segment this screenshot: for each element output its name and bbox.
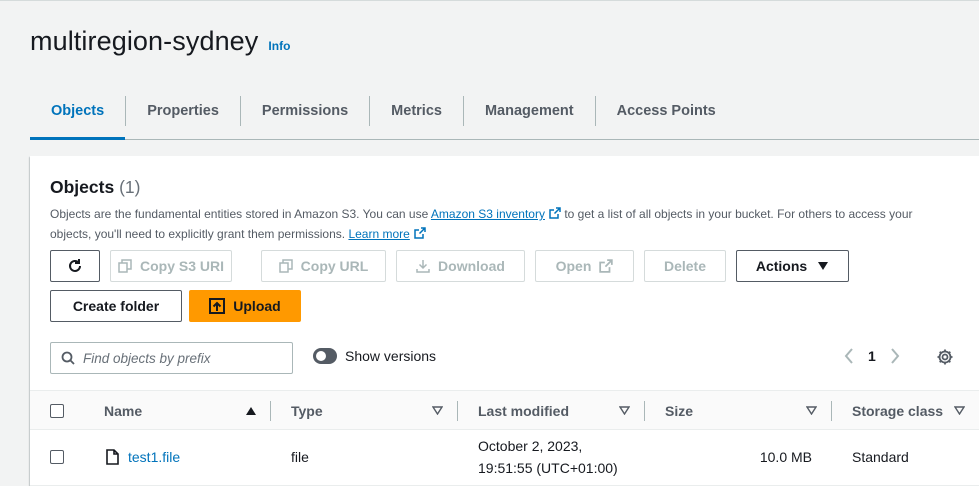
column-separator	[270, 401, 271, 421]
object-last-modified-date: October 2, 2023,	[478, 438, 583, 454]
objects-description: Objects are the fundamental entities sto…	[50, 204, 950, 244]
create-folder-label: Create folder	[72, 298, 160, 314]
column-separator	[831, 401, 832, 421]
sort-caret-icon[interactable]	[806, 406, 817, 415]
object-storage-class: Standard	[852, 449, 909, 465]
open-label: Open	[555, 258, 592, 274]
external-link-icon	[549, 207, 561, 219]
toggle-knob	[316, 351, 326, 361]
file-icon	[106, 449, 119, 465]
copy-s3-uri-label: Copy S3 URI	[139, 258, 224, 274]
column-header-name[interactable]: Name	[104, 391, 142, 431]
upload-label: Upload	[233, 298, 281, 314]
object-type: file	[291, 449, 309, 465]
copy-url-label: Copy URL	[300, 258, 369, 274]
actions-dropdown[interactable]: Actions	[736, 250, 849, 282]
objects-heading: Objects (1)	[50, 177, 140, 198]
object-last-modified-time: 19:51:55 (UTC+01:00)	[478, 460, 618, 476]
table-row: test1.file file October 2, 2023, 19:51:5…	[30, 430, 979, 486]
copy-url-button[interactable]: Copy URL	[261, 250, 386, 282]
column-header-last-modified-label: Last modified	[478, 403, 570, 419]
upload-icon	[209, 298, 226, 314]
copy-s3-uri-button[interactable]: Copy S3 URI	[110, 250, 232, 282]
column-header-size-label: Size	[665, 403, 694, 419]
chevron-right-icon[interactable]	[890, 348, 900, 364]
chevron-left-icon[interactable]	[844, 348, 854, 364]
tab-metrics[interactable]: Metrics	[370, 84, 463, 138]
create-folder-button[interactable]: Create folder	[50, 290, 182, 322]
tab-bar: Objects Properties Permissions Metrics M…	[30, 84, 979, 140]
download-button[interactable]: Download	[396, 250, 525, 282]
column-separator	[457, 401, 458, 421]
refresh-button[interactable]	[50, 250, 100, 282]
tab-properties[interactable]: Properties	[126, 84, 240, 138]
search-icon	[61, 351, 75, 365]
objects-panel: Objects (1) Objects are the fundamental …	[30, 156, 979, 486]
tab-objects[interactable]: Objects	[30, 84, 126, 140]
current-page[interactable]: 1	[868, 348, 876, 364]
external-link-icon	[414, 227, 426, 239]
objects-heading-label: Objects	[50, 177, 115, 197]
table-header: Name Type Last modified Size Storage cla…	[30, 390, 979, 430]
column-header-type[interactable]: Type	[291, 391, 323, 431]
tab-access-points[interactable]: Access Points	[596, 84, 737, 138]
download-label: Download	[438, 258, 505, 274]
description-text-1: Objects are the fundamental entities sto…	[50, 207, 431, 221]
copy-icon	[118, 259, 132, 273]
learn-more-link[interactable]: Learn more	[348, 227, 409, 241]
info-link[interactable]: Info	[268, 39, 290, 53]
delete-button[interactable]: Delete	[644, 250, 726, 282]
object-name-link[interactable]: test1.file	[128, 446, 180, 468]
toggle-switch[interactable]	[313, 348, 337, 364]
page-title: multiregion-sydney	[30, 26, 259, 56]
column-header-storage-class-label: Storage class	[852, 403, 944, 419]
tab-management[interactable]: Management	[464, 84, 595, 138]
actions-label: Actions	[755, 258, 808, 274]
delete-label: Delete	[663, 258, 707, 274]
objects-count: (1)	[119, 177, 141, 197]
sort-caret-icon[interactable]	[432, 406, 443, 415]
column-header-storage-class[interactable]: Storage class	[852, 391, 943, 431]
sort-caret-icon[interactable]	[619, 406, 630, 415]
show-versions-label: Show versions	[345, 348, 437, 364]
search-box	[50, 342, 293, 374]
upload-button[interactable]: Upload	[189, 290, 301, 322]
s3-inventory-link[interactable]: Amazon S3 inventory	[431, 207, 545, 221]
select-all-checkbox[interactable]	[50, 404, 64, 418]
sort-ascending-icon[interactable]	[245, 406, 257, 416]
column-header-size[interactable]: Size	[665, 391, 693, 431]
object-last-modified: October 2, 2023, 19:51:55 (UTC+01:00)	[478, 435, 618, 479]
tab-permissions[interactable]: Permissions	[241, 84, 369, 138]
search-input[interactable]	[83, 350, 283, 366]
page-header: multiregion-sydney Info	[30, 26, 290, 57]
pagination: 1	[844, 348, 900, 364]
copy-icon	[278, 259, 293, 273]
open-button[interactable]: Open	[535, 250, 634, 282]
column-header-name-label: Name	[104, 403, 143, 419]
column-header-type-label: Type	[291, 403, 323, 419]
gear-icon[interactable]	[936, 348, 954, 366]
row-checkbox[interactable]	[50, 450, 64, 464]
caret-down-icon	[818, 262, 829, 270]
download-icon	[416, 260, 430, 273]
column-separator	[644, 401, 645, 421]
object-size: 10.0 MB	[759, 449, 812, 465]
top-divider	[0, 0, 979, 1]
refresh-icon	[69, 259, 81, 272]
column-header-last-modified[interactable]: Last modified	[478, 391, 569, 431]
external-link-icon	[599, 259, 614, 273]
show-versions-toggle[interactable]: Show versions	[313, 348, 436, 364]
sort-caret-icon[interactable]	[954, 406, 965, 415]
